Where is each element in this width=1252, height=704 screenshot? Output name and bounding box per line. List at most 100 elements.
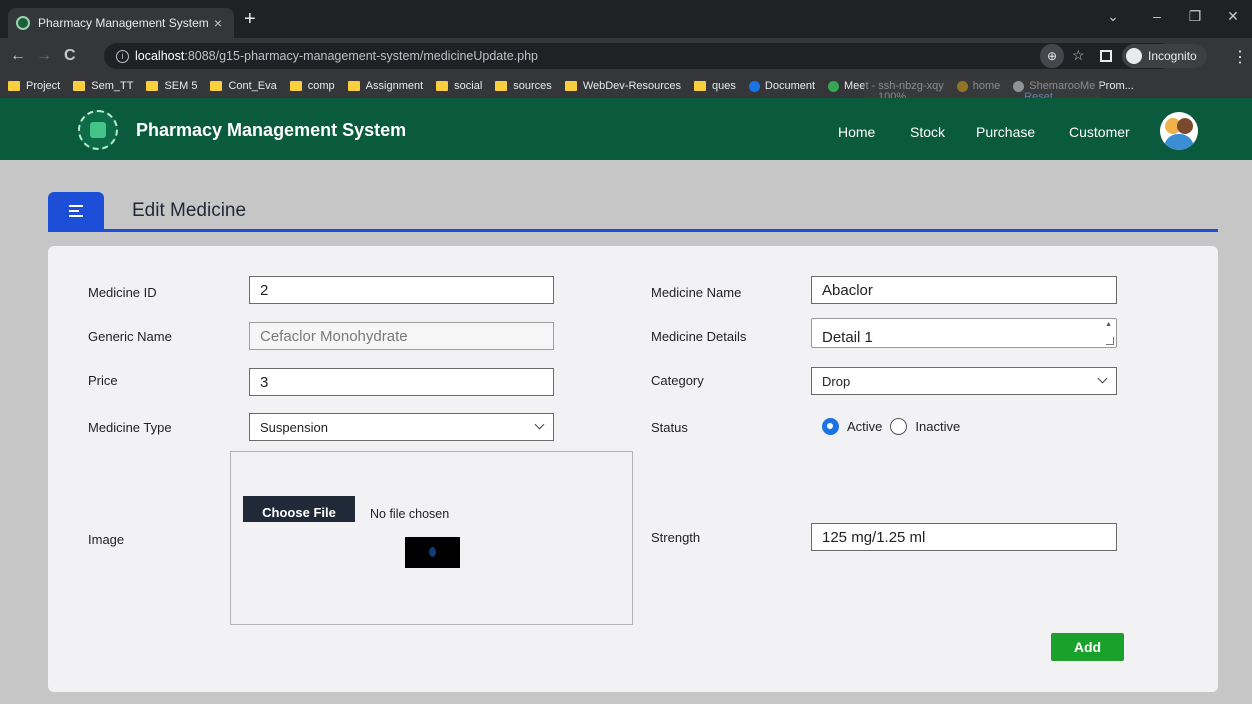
menu-icon: [69, 202, 83, 220]
image-label: Image: [88, 532, 125, 547]
bookmark-item[interactable]: comp: [289, 80, 335, 92]
status-label: Status: [651, 420, 688, 435]
section-header: Edit Medicine: [48, 192, 1218, 232]
price-label: Price: [88, 373, 118, 388]
bookmark-label: social: [454, 80, 483, 92]
side-panel-icon[interactable]: [1100, 50, 1112, 62]
nav-stock[interactable]: Stock: [910, 124, 945, 140]
minimize-icon[interactable]: –: [1142, 8, 1172, 24]
status-active-radio[interactable]: [822, 418, 839, 435]
status-radio-group: Active Inactive: [822, 418, 960, 435]
file-status: No file chosen: [370, 507, 450, 521]
strength-label: Strength: [651, 530, 701, 545]
price-input[interactable]: 3: [249, 368, 554, 396]
site-icon: [748, 80, 760, 92]
pharmacy-logo-icon[interactable]: [78, 110, 118, 150]
medicine-type-label: Medicine Type: [88, 420, 172, 435]
bookmark-item[interactable]: WebDev-Resources: [564, 80, 682, 92]
tab-title: Pharmacy Management System: [38, 16, 209, 30]
bookmark-label: sources: [513, 80, 552, 92]
new-tab-button[interactable]: +: [244, 9, 256, 29]
folder-icon: [8, 81, 20, 91]
medicine-name-label: Medicine Name: [651, 285, 742, 300]
brand-title[interactable]: Pharmacy Management System: [136, 120, 406, 141]
incognito-label: Incognito: [1148, 49, 1197, 63]
nav-customer[interactable]: Customer: [1069, 124, 1130, 140]
page: Pharmacy Management System Home Stock Pu…: [0, 98, 1252, 704]
zoom-icon[interactable]: ⊕: [1040, 44, 1064, 68]
folder-icon: [347, 81, 360, 91]
back-icon[interactable]: ←: [10, 46, 26, 66]
url-path: :8088/g15-pharmacy-management-system/med…: [184, 49, 539, 63]
folder-icon: [564, 81, 577, 91]
folder-icon: [694, 81, 707, 91]
strength-input[interactable]: 125 mg/1.25 ml: [811, 523, 1117, 551]
chevron-down-icon: [1097, 373, 1108, 384]
browser-tab[interactable]: Pharmacy Management System ×: [8, 8, 234, 38]
status-active-label[interactable]: Active: [847, 419, 882, 434]
address-bar[interactable]: i localhost :8088/g15-pharmacy-managemen…: [104, 43, 1174, 69]
bookmark-item[interactable]: social: [436, 80, 482, 92]
bookmark-label: SEM 5: [164, 80, 198, 92]
tab-close-icon[interactable]: ×: [210, 15, 226, 31]
resize-handle-icon[interactable]: [1106, 337, 1114, 345]
medicine-details-value: Detail 1: [822, 329, 873, 346]
medicine-type-value: Suspension: [260, 419, 328, 435]
browser-tabbar: Pharmacy Management System × + ⌄ – ❐ ✕: [0, 0, 1252, 38]
add-button[interactable]: Add: [1051, 633, 1124, 661]
bookmark-star-icon[interactable]: ☆: [1072, 47, 1085, 64]
browser-toolbar: ← → C i localhost :8088/g15-pharmacy-man…: [0, 38, 1252, 74]
bookmark-item[interactable]: Sem_TT: [73, 80, 133, 92]
status-inactive-radio[interactable]: [890, 418, 908, 435]
medicine-details-label: Medicine Details: [651, 329, 747, 344]
bookmark-item[interactable]: SEM 5: [146, 80, 197, 92]
incognito-icon: [1126, 48, 1142, 64]
category-value: Drop: [822, 373, 851, 389]
nav-purchase[interactable]: Purchase: [976, 124, 1035, 140]
incognito-badge[interactable]: Incognito: [1122, 44, 1207, 68]
bookmark-label: WebDev-Resources: [582, 80, 682, 92]
medicine-details-textarea[interactable]: Detail 1 ▲: [811, 318, 1117, 348]
browser-menu-icon[interactable]: ⋮: [1232, 47, 1248, 67]
bookmark-item[interactable]: Assignment: [347, 80, 424, 92]
status-inactive-label[interactable]: Inactive: [915, 419, 960, 434]
forward-icon[interactable]: →: [36, 46, 52, 66]
bookmark-item[interactable]: Document: [748, 80, 816, 92]
bookmark-label: Document: [764, 80, 816, 92]
generic-name-input[interactable]: Cefaclor Monohydrate: [249, 322, 554, 350]
folder-icon: [495, 81, 508, 91]
bookmark-item[interactable]: Cont_Eva: [210, 80, 277, 92]
nav-home[interactable]: Home: [838, 124, 875, 140]
user-avatar[interactable]: [1160, 112, 1198, 150]
folder-icon: [436, 81, 449, 91]
url-host: localhost: [135, 49, 185, 63]
bookmark-item[interactable]: sources: [495, 80, 552, 92]
choose-file-button[interactable]: Choose File: [243, 496, 355, 522]
page-title: Edit Medicine: [132, 200, 247, 221]
tab-search-icon[interactable]: ⌄: [1098, 8, 1128, 25]
chevron-down-icon: [534, 419, 545, 430]
bookmark-item[interactable]: ques: [694, 80, 736, 92]
medicine-id-input[interactable]: 2: [249, 276, 554, 304]
bookmark-item[interactable]: Project: [8, 80, 60, 92]
reload-icon[interactable]: C: [64, 46, 76, 66]
folder-icon: [73, 81, 86, 91]
bookmark-label: Assignment: [365, 80, 424, 92]
medicine-type-select[interactable]: Suspension: [249, 413, 554, 441]
bookmark-label: Sem_TT: [91, 80, 134, 92]
bookmark-label: Cont_Eva: [228, 80, 277, 92]
image-upload-area: Choose File No file chosen: [230, 451, 633, 625]
sidebar-toggle-button[interactable]: [48, 192, 104, 230]
window-close-icon[interactable]: ✕: [1218, 8, 1248, 25]
medicine-id-label: Medicine ID: [88, 285, 157, 300]
category-label: Category: [651, 373, 704, 388]
site-icon: [828, 80, 840, 92]
category-select[interactable]: Drop: [811, 367, 1117, 395]
favicon-icon: [16, 16, 30, 30]
restore-icon[interactable]: ❐: [1180, 8, 1210, 25]
bookmark-label: Project: [26, 80, 61, 92]
edit-medicine-form: Medicine ID 2 Generic Name Cefaclor Mono…: [48, 246, 1218, 692]
bookmark-label: comp: [307, 80, 335, 92]
site-info-icon[interactable]: i: [116, 49, 129, 63]
medicine-name-input[interactable]: Abaclor: [811, 276, 1117, 304]
